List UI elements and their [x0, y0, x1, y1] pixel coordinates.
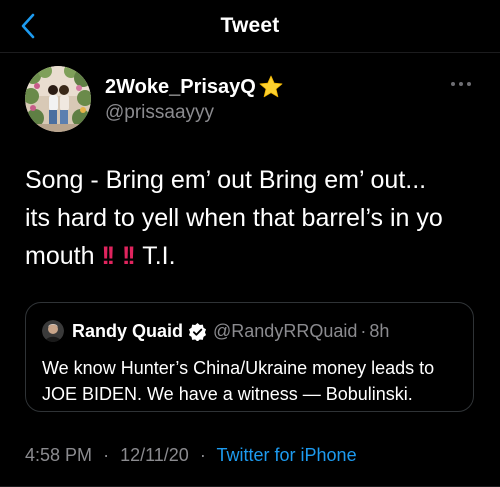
- tweet-line-3-end: T.I.: [142, 242, 176, 270]
- quoted-avatar-image: [42, 320, 64, 342]
- tweet-line-3: mouth !! !! T.I.: [25, 237, 485, 275]
- tweet-line-3-start: mouth: [25, 242, 95, 270]
- double-exclamation-icon: !!: [122, 242, 136, 270]
- double-exclamation-icon: !!: [101, 242, 115, 270]
- tweet-date: 12/11/20: [120, 445, 189, 465]
- quoted-tweet-card[interactable]: Randy Quaid @RandyRRQuaid · 8h We know H…: [25, 302, 474, 412]
- avatar[interactable]: [25, 66, 91, 132]
- quoted-tweet-text: We know Hunter’s China/Ukraine money lea…: [42, 358, 435, 404]
- separator-dot: ·: [360, 320, 367, 341]
- quoted-display-name[interactable]: Randy Quaid: [72, 321, 183, 342]
- tweet-metadata: 4:58 PM · 12/11/20 · Twitter for iPhone: [25, 445, 357, 466]
- tweet-author: 2Woke_PrisayQ @prissaayyy: [25, 66, 485, 136]
- quoted-avatar[interactable]: [42, 320, 64, 342]
- tweet-text: Song - Bring em’ out Bring em’ out... it…: [25, 161, 485, 275]
- quoted-timestamp: 8h: [369, 320, 390, 341]
- avatar-image: [25, 66, 91, 132]
- separator-dot: ·: [103, 445, 110, 465]
- quoted-tweet-header: Randy Quaid @RandyRRQuaid · 8h: [42, 320, 389, 342]
- top-nav-bar: Tweet: [0, 0, 500, 53]
- display-name-text: 2Woke_PrisayQ: [105, 75, 256, 98]
- user-handle[interactable]: @prissaayyy: [105, 102, 214, 124]
- display-name[interactable]: 2Woke_PrisayQ: [105, 74, 284, 100]
- separator-dot: ·: [199, 445, 206, 465]
- tweet-line-1: Song - Bring em’ out Bring em’ out...: [25, 166, 427, 194]
- more-options-icon[interactable]: [450, 78, 472, 90]
- quoted-handle[interactable]: @RandyRRQuaid: [213, 321, 357, 342]
- star-emoji-icon: [259, 75, 283, 98]
- tweet-time: 4:58 PM: [25, 445, 93, 465]
- page-title: Tweet: [220, 14, 280, 37]
- tweet-source-link[interactable]: Twitter for iPhone: [217, 445, 357, 465]
- verified-badge-icon: [188, 322, 207, 341]
- tweet-line-2: its hard to yell when that barrel’s in y…: [25, 204, 443, 232]
